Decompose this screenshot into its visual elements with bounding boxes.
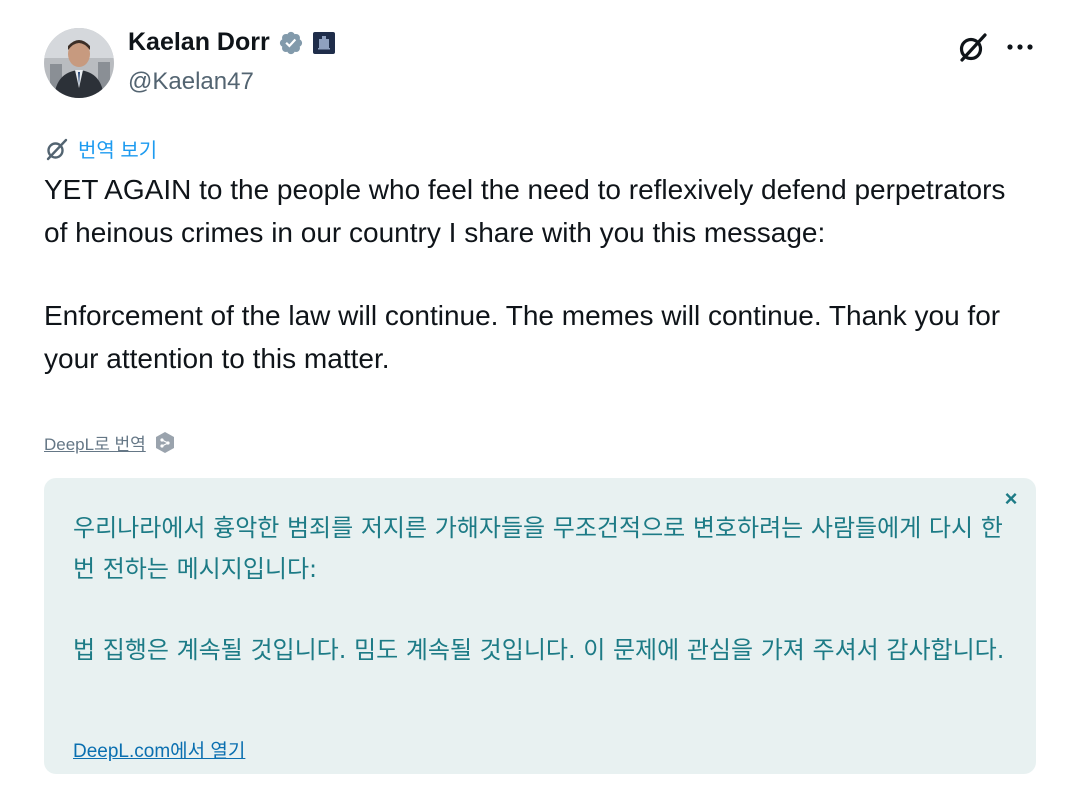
- tweet-text: YET AGAIN to the people who feel the nee…: [44, 168, 1034, 380]
- translate-link[interactable]: 번역 보기: [44, 134, 157, 163]
- more-icon[interactable]: [1004, 30, 1036, 64]
- translation-text: 우리나라에서 흉악한 범죄를 저지른 가해자들을 무조건적으로 변호하려는 사람…: [73, 508, 1013, 671]
- avatar[interactable]: [44, 28, 114, 98]
- translation-paragraph: 우리나라에서 흉악한 범죄를 저지른 가해자들을 무조건적으로 변호하려는 사람…: [73, 514, 1003, 583]
- affiliation-badge-icon[interactable]: [312, 31, 336, 55]
- deepl-translate-row: DeepL로 번역: [44, 430, 176, 455]
- open-in-deepl-link[interactable]: DeepL.com에서 열기: [73, 736, 245, 763]
- translation-panel: × 우리나라에서 흉악한 범죄를 저지른 가해자들을 무조건적으로 변호하려는 …: [44, 478, 1036, 774]
- tweet-paragraph: YET AGAIN to the people who feel the nee…: [44, 174, 1006, 248]
- tweet-paragraph: Enforcement of the law will continue. Th…: [44, 300, 1001, 374]
- grok-small-icon: [46, 138, 68, 160]
- verified-badge-icon: [278, 30, 304, 56]
- author-name[interactable]: Kaelan Dorr: [128, 28, 336, 57]
- deepl-translate-link[interactable]: DeepL로 번역: [44, 430, 146, 455]
- author-handle[interactable]: @Kaelan47: [128, 68, 254, 96]
- deepl-logo-icon: [154, 431, 176, 455]
- translation-paragraph: 법 집행은 계속될 것입니다. 밈도 계속될 것입니다. 이 문제에 관심을 가…: [73, 636, 1005, 664]
- grok-icon[interactable]: [956, 30, 990, 64]
- close-icon[interactable]: ×: [1000, 488, 1022, 510]
- author-name-text[interactable]: Kaelan Dorr: [128, 28, 270, 57]
- translate-link-label[interactable]: 번역 보기: [78, 134, 157, 163]
